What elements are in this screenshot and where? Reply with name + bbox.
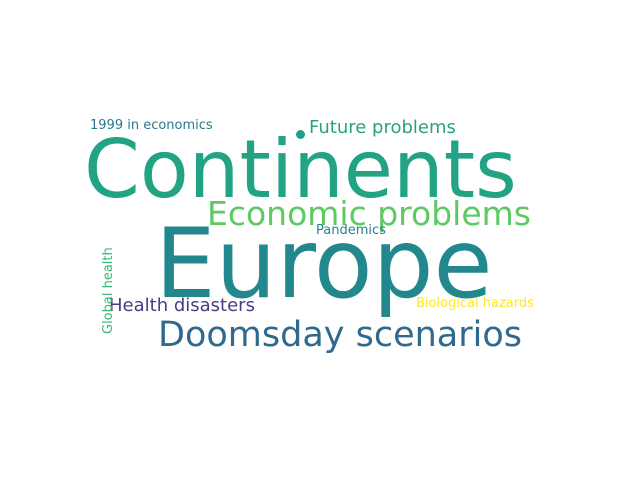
word-health-disasters: Health disasters: [109, 295, 255, 316]
word-biological-hazards: Biological hazards: [416, 296, 534, 311]
word-cloud: 1999 in economics Future problems Contin…: [0, 0, 640, 480]
word-doomsday-scenarios: Doomsday scenarios: [158, 315, 523, 355]
word-global-health: Global health: [101, 247, 116, 334]
